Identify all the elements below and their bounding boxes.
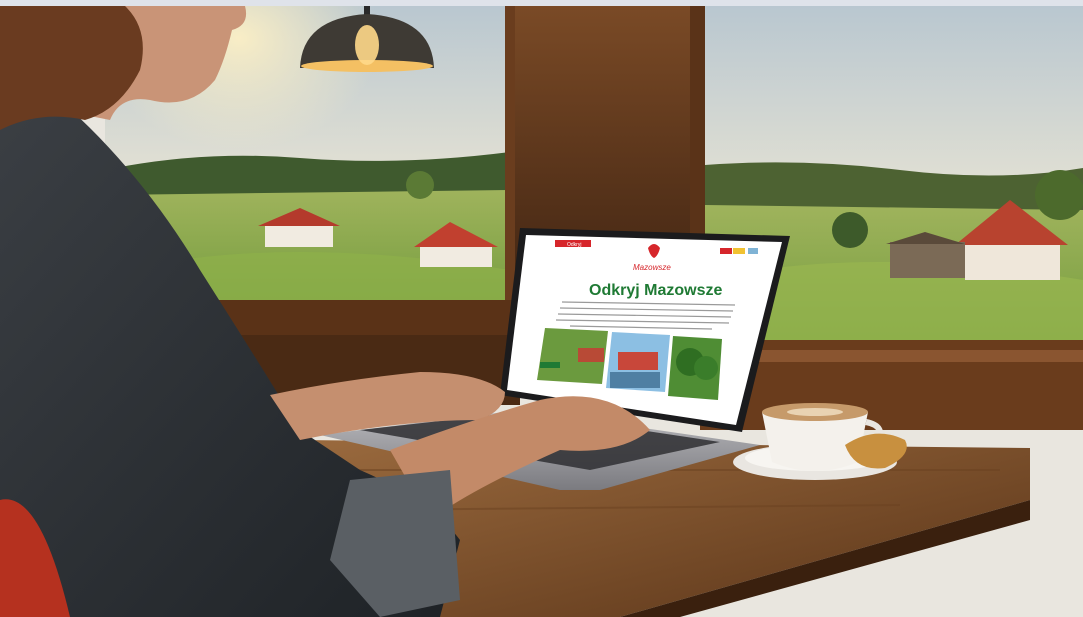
scene-svg: Odkryj Mazowsze Odkryj Mazowsze <box>0 0 1083 617</box>
screen-brand: Mazowsze <box>633 263 671 272</box>
photo-scene: Odkryj Mazowsze Odkryj Mazowsze <box>0 0 1083 617</box>
screen-tag-text: Odkryj <box>567 242 581 248</box>
screen-headline: Odkryj Mazowsze <box>589 282 722 299</box>
top-strip <box>0 0 1083 6</box>
